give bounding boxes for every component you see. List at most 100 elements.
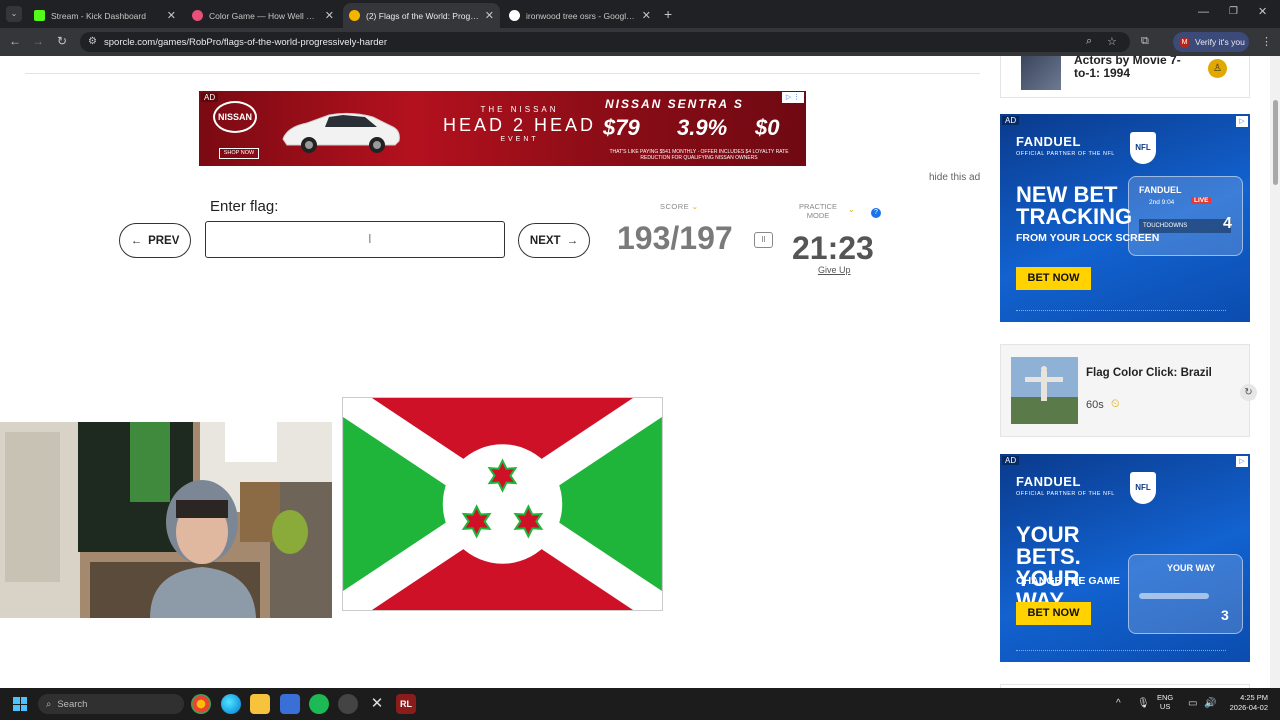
adchoices-icon[interactable]: ▷ ⋮ (782, 92, 804, 103)
car-image (282, 112, 400, 153)
google-favicon-icon (509, 10, 520, 21)
close-tab-icon[interactable]: ✕ (642, 9, 651, 22)
partner-text: OFFICIAL PARTNER OF THE NFL (1016, 491, 1115, 497)
address-bar[interactable]: ⚙ sporcle.com/games/RobPro/flags-of-the-… (80, 32, 1130, 52)
taskbar-search[interactable]: ⌕ Search (38, 694, 184, 714)
verify-label: Verify it's you (1195, 37, 1245, 47)
close-tab-icon[interactable]: ✕ (325, 9, 334, 22)
scrollbar-thumb[interactable] (1273, 100, 1278, 185)
file-explorer-icon[interactable] (250, 694, 270, 714)
apr-offer: 3.9% (677, 115, 728, 140)
partner-text: OFFICIAL PARTNER OF THE NFL (1016, 151, 1115, 157)
x-app-icon[interactable]: ✕ (367, 694, 387, 714)
nissan-logo: NISSAN (213, 101, 257, 133)
microphone-icon[interactable]: 🎙 (1137, 698, 1150, 709)
model-name: NISSAN SENTRA S (605, 97, 744, 111)
ad-headline: YOUR BETS. YOUR WAY. (1016, 522, 1081, 613)
quiz-title: Flag Color Click: Brazil (1086, 367, 1212, 379)
head-to-head-event: THE NISSAN HEAD 2 HEAD EVENT (443, 105, 596, 143)
streamer-webcam-image (0, 422, 332, 618)
site-info-icon[interactable]: ⚙ (88, 36, 97, 47)
url-text: sporcle.com/games/RobPro/flags-of-the-wo… (104, 36, 387, 48)
verify-profile-button[interactable]: M Verify it's you (1173, 32, 1249, 52)
related-quiz-top[interactable]: Actors by Movie 7-to-1: 1994 ♙ (1000, 56, 1250, 98)
system-clock[interactable]: 4:25 PM 2026-04-02 (1222, 693, 1268, 713)
calculator-icon[interactable] (280, 694, 300, 714)
pause-button[interactable]: II (754, 232, 773, 248)
mode-chevron-down-icon[interactable]: ⌄ (848, 205, 855, 214)
fanduel-ad-2[interactable]: AD ▷ FANDUEL OFFICIAL PARTNER OF THE NFL… (1000, 454, 1250, 662)
lang-line1: ENG (1157, 693, 1174, 702)
phone-value: 3 (1221, 607, 1229, 623)
phone-title: YOUR WAY (1167, 563, 1216, 573)
text-cursor-icon: I (368, 231, 372, 246)
forward-icon[interactable]: → (30, 34, 46, 48)
refresh-icon[interactable]: ↻ (1240, 384, 1257, 401)
new-tab-button[interactable]: + (664, 6, 672, 22)
flag-answer-input[interactable] (205, 221, 505, 258)
live-badge: LIVE (1191, 197, 1212, 204)
quiz-title: Actors by Movie 7-to-1: 1994 (1074, 56, 1181, 80)
phone-market-label: TOUCHDOWNS (1143, 223, 1188, 229)
tab-sporcle-flags[interactable]: (2) Flags of the World: Progress ✕ (343, 3, 500, 28)
tab-google-search[interactable]: ironwood tree osrs - Google Se ✕ (503, 3, 657, 28)
related-quiz-card[interactable]: Flag Color Click: Brazil 60s ⏲ ↻ (1000, 344, 1257, 437)
network-icon[interactable]: ▭ (1188, 698, 1197, 709)
ad-label: AD (1002, 456, 1020, 465)
browser-menu-icon[interactable]: ⋮ (1261, 35, 1272, 48)
fanduel-logo: FANDUEL (1016, 134, 1081, 149)
edge-icon[interactable] (221, 694, 241, 714)
close-tab-icon[interactable]: ✕ (167, 9, 176, 22)
nfl-shield-icon: NFL (1130, 472, 1156, 504)
avatar: M (1179, 36, 1190, 48)
close-tab-icon[interactable]: ✕ (485, 9, 494, 22)
tab-list-button[interactable]: ⌄ (6, 6, 22, 22)
give-up-link[interactable]: Give Up (818, 265, 851, 275)
nissan-banner-ad[interactable]: AD NISSAN SHOP NOW THE NISSAN HEAD 2 HEA… (199, 91, 806, 166)
phone-brand: FANDUEL (1139, 185, 1182, 195)
zoom-icon[interactable]: ⌕ (1086, 35, 1092, 48)
arrow-right-icon: → (566, 234, 579, 247)
ad-label: AD (201, 93, 219, 102)
spotify-icon[interactable] (309, 694, 329, 714)
next-button[interactable]: NEXT → (518, 223, 590, 258)
minimize-window-icon[interactable]: — (1198, 6, 1209, 18)
chrome-icon[interactable] (191, 694, 211, 714)
restore-window-icon[interactable]: ❐ (1229, 6, 1238, 17)
close-window-icon[interactable]: ✕ (1258, 5, 1267, 18)
bet-now-button[interactable]: BET NOW (1016, 267, 1091, 290)
reload-icon[interactable]: ↻ (54, 34, 70, 48)
language-indicator[interactable]: ENG US (1157, 693, 1173, 711)
obs-icon[interactable] (338, 694, 358, 714)
fanduel-ad-1[interactable]: AD ▷ FANDUEL OFFICIAL PARTNER OF THE NFL… (1000, 114, 1250, 322)
windows-start-icon[interactable] (13, 697, 27, 711)
timer: 21:23 (792, 230, 874, 266)
runelite-icon[interactable]: RL (396, 694, 416, 714)
monthly-offer: $79 (603, 115, 640, 140)
prev-button[interactable]: ← PREV (119, 223, 191, 258)
score-label-text: SCORE (660, 202, 690, 211)
tab-color-game[interactable]: Color Game — How Well Can Y ✕ (186, 3, 340, 28)
back-icon[interactable]: ← (7, 34, 23, 48)
bookmark-star-icon[interactable]: ☆ (1107, 35, 1117, 48)
adchoices-icon[interactable]: ▷ (1236, 116, 1248, 127)
practice-mode-label: PRACTICE MODE (799, 202, 837, 220)
shop-now-button[interactable]: SHOP NOW (219, 148, 259, 159)
tray-overflow-icon[interactable]: ^ (1116, 698, 1121, 709)
adchoices-icon[interactable]: ▷ (1236, 456, 1248, 467)
help-icon[interactable]: ? (871, 208, 881, 218)
page-content: AD NISSAN SHOP NOW THE NISSAN HEAD 2 HEA… (0, 56, 1280, 688)
extensions-icon[interactable]: ⧉ (1141, 35, 1149, 48)
score-label: SCORE ⌄ (660, 202, 699, 211)
tab-title: Stream - Kick Dashboard (51, 10, 146, 21)
event-line1: THE NISSAN (480, 105, 559, 114)
phone-value: 4 (1223, 215, 1232, 232)
quiz-time: 60s (1086, 399, 1104, 411)
search-placeholder: Search (57, 698, 88, 710)
tab-kick-dashboard[interactable]: Stream - Kick Dashboard ✕ (28, 3, 182, 28)
bet-now-button[interactable]: BET NOW (1016, 602, 1091, 625)
prev-label: PREV (148, 234, 180, 247)
clock-time: 4:25 PM (1240, 693, 1268, 702)
volume-icon[interactable]: 🔊 (1204, 698, 1216, 709)
hide-ad-link[interactable]: hide this ad (929, 172, 980, 183)
